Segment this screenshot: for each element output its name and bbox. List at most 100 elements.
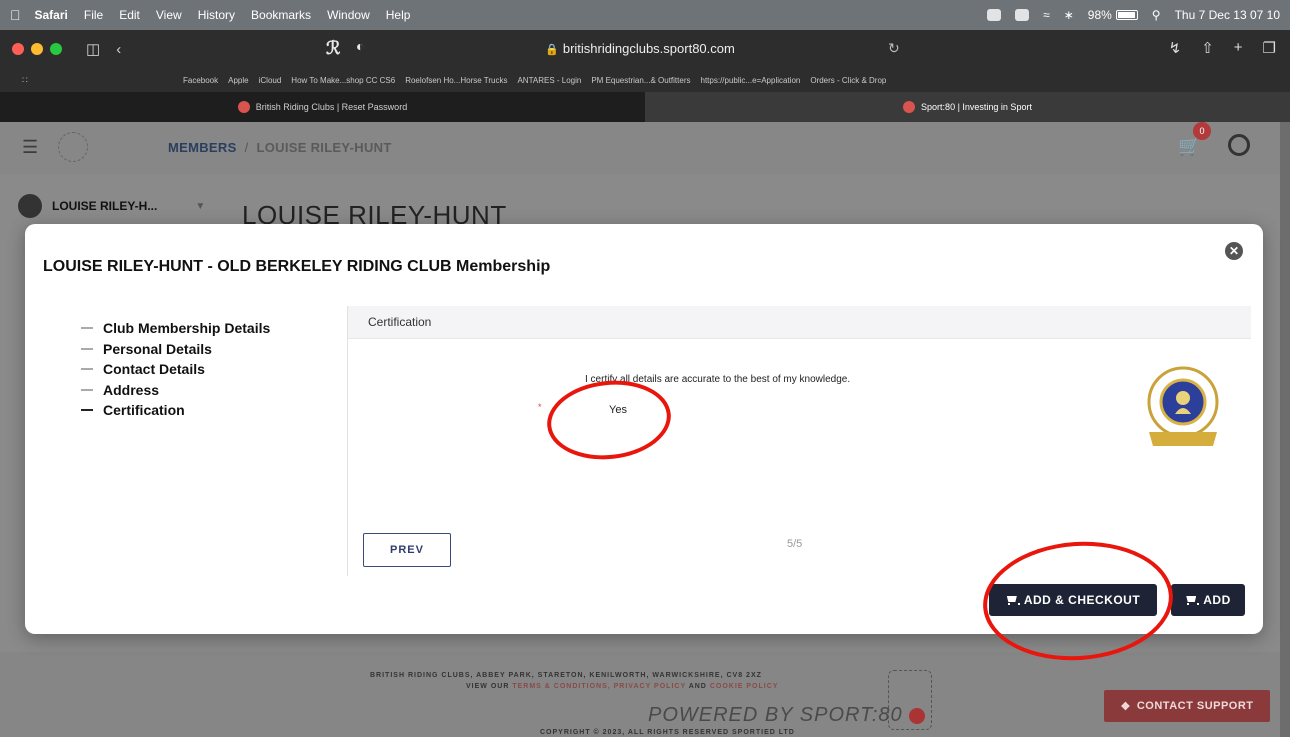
contact-support-button[interactable]: ❖ CONTACT SUPPORT [1104, 690, 1270, 722]
footer-and: AND [688, 683, 707, 690]
cookie-link[interactable]: COOKIE POLICY [710, 683, 779, 690]
status-area: ≈ ∗ 98% ⚲ Thu 7 Dec 13 07 10 [987, 8, 1280, 22]
zoom-window-button[interactable] [50, 43, 62, 55]
step-pager: 5/5 [787, 538, 803, 550]
menu-help[interactable]: Help [386, 8, 411, 22]
step-dash [81, 368, 93, 371]
window-controls [12, 43, 62, 55]
site-header: ☰ MEMBERS / LOUISE RILEY-HUNT 🛒 0 [0, 122, 1280, 174]
step-contact-details[interactable]: Contact Details [81, 359, 270, 380]
certification-panel-header: Certification [348, 306, 1251, 339]
favorite-link[interactable]: https://public...e=Application [701, 76, 801, 85]
shield-icon[interactable]: ◐ [356, 38, 364, 54]
chevron-down-icon: ▼ [195, 200, 206, 212]
favorite-link[interactable]: Facebook [183, 76, 218, 85]
member-selector-label: LOUISE RILEY-H... [52, 199, 158, 213]
status-app-icon[interactable] [1015, 9, 1030, 21]
tab-reset-password[interactable]: British Riding Clubs | Reset Password [0, 92, 645, 122]
prev-button[interactable]: PREV [363, 533, 451, 567]
step-club-membership-details[interactable]: Club Membership Details [81, 318, 270, 339]
download-icon[interactable]: ↯ [1169, 39, 1182, 57]
search-icon[interactable]: ⚲ [1152, 8, 1161, 22]
add-button[interactable]: ADD [1171, 584, 1245, 616]
apple-icon[interactable]:  [10, 7, 21, 23]
add-label: ADD [1203, 593, 1231, 607]
hamburger-menu-icon[interactable]: ☰ [22, 137, 38, 158]
tab-sport80[interactable]: Sport:80 | Investing in Sport [645, 92, 1290, 122]
terms-link[interactable]: TERMS & CONDITIONS, [512, 683, 610, 690]
close-icon[interactable]: ✕ [1225, 242, 1243, 260]
breadcrumb-members[interactable]: MEMBERS [168, 140, 237, 155]
address-bar[interactable]: 🔒 britishridingclubs.sport80.com [410, 37, 870, 61]
tab-bar: British Riding Clubs | Reset Password Sp… [0, 92, 1290, 122]
grid-icon[interactable]: ∷ [22, 75, 28, 86]
menu-view[interactable]: View [156, 8, 182, 22]
required-marker: * [538, 402, 542, 412]
footer-view-our: VIEW OUR [466, 683, 510, 690]
bluetooth-icon[interactable]: ∗ [1064, 8, 1074, 22]
cart-icon[interactable]: 🛒 [1178, 136, 1200, 157]
breadcrumb-current: LOUISE RILEY-HUNT [256, 140, 392, 155]
step-dash [81, 327, 93, 330]
step-dash [81, 347, 93, 350]
favorite-link[interactable]: Orders - Click & Drop [810, 76, 886, 85]
site-logo[interactable] [58, 132, 88, 162]
wifi-icon[interactable]: ≈ [1043, 8, 1050, 22]
step-label: Certification [103, 402, 185, 419]
battery-icon [1115, 10, 1138, 20]
club-anniversary-logo [1147, 366, 1219, 446]
favorite-link[interactable]: PM Equestrian...& Outfitters [591, 76, 690, 85]
cart-icon [1185, 595, 1200, 605]
close-window-button[interactable] [12, 43, 24, 55]
lock-icon: 🔒 [545, 44, 559, 56]
footer-links: VIEW OUR TERMS & CONDITIONS, PRIVACY POL… [466, 683, 778, 690]
toolbar-right: ↯ ⇧ + ❐ [1169, 39, 1276, 57]
scrollbar[interactable] [1280, 122, 1290, 737]
site-footer: BRITISH RIDING CLUBS, ABBEY PARK, STARET… [0, 652, 1280, 737]
step-label: Club Membership Details [103, 320, 271, 337]
support-icon: ❖ [1120, 700, 1131, 713]
avatar-icon [18, 194, 42, 218]
menu-bookmarks[interactable]: Bookmarks [251, 8, 311, 22]
user-icon[interactable] [1228, 134, 1250, 156]
status-app-icon[interactable] [987, 9, 1002, 21]
url-text: britishridingclubs.sport80.com [562, 41, 735, 56]
tab-label: Sport:80 | Investing in Sport [921, 102, 1032, 112]
menu-app-name[interactable]: Safari [35, 8, 68, 22]
breadcrumb: MEMBERS / LOUISE RILEY-HUNT [168, 140, 392, 155]
minimize-window-button[interactable] [31, 43, 43, 55]
macos-menubar:  Safari File Edit View History Bookmark… [0, 0, 1290, 30]
step-address[interactable]: Address [81, 380, 270, 401]
step-personal-details[interactable]: Personal Details [81, 339, 270, 360]
privacy-link[interactable]: PRIVACY POLICY [614, 683, 686, 690]
panel-divider [347, 306, 348, 576]
menu-file[interactable]: File [84, 8, 103, 22]
favorite-link[interactable]: Apple [228, 76, 248, 85]
menu-edit[interactable]: Edit [119, 8, 140, 22]
favorite-link[interactable]: Roelofsen Ho...Horse Trucks [405, 76, 507, 85]
clock[interactable]: Thu 7 Dec 13 07 10 [1175, 8, 1280, 22]
share-icon[interactable]: ⇧ [1201, 39, 1214, 57]
favicon-icon [903, 101, 916, 113]
member-selector[interactable]: LOUISE RILEY-H... ▼ [18, 194, 205, 218]
menu-window[interactable]: Window [327, 8, 370, 22]
sidebar-icon[interactable]: ◫ [86, 40, 100, 58]
battery-indicator[interactable]: 98% [1088, 8, 1138, 22]
step-dash [81, 409, 93, 412]
favicon-icon [237, 101, 250, 113]
new-tab-icon[interactable]: + [1234, 39, 1243, 57]
step-certification[interactable]: Certification [81, 400, 270, 421]
extension-icon[interactable]: ℛ [326, 38, 340, 59]
favorite-link[interactable]: How To Make...shop CC CS6 [291, 76, 395, 85]
favorite-link[interactable]: iCloud [259, 76, 282, 85]
battery-percent: 98% [1087, 8, 1112, 22]
menu-history[interactable]: History [198, 8, 235, 22]
contact-support-label: CONTACT SUPPORT [1136, 700, 1254, 712]
tab-overview-icon[interactable]: ❐ [1263, 39, 1276, 57]
favorites-bar: ∷ Facebook Apple iCloud How To Make...sh… [0, 68, 1290, 92]
step-label: Personal Details [103, 340, 212, 357]
brc-horse-logo [888, 670, 932, 730]
back-icon[interactable]: ‹ [116, 41, 121, 58]
favorite-link[interactable]: ANTARES - Login [517, 76, 581, 85]
reload-icon[interactable]: ↻ [888, 40, 900, 57]
